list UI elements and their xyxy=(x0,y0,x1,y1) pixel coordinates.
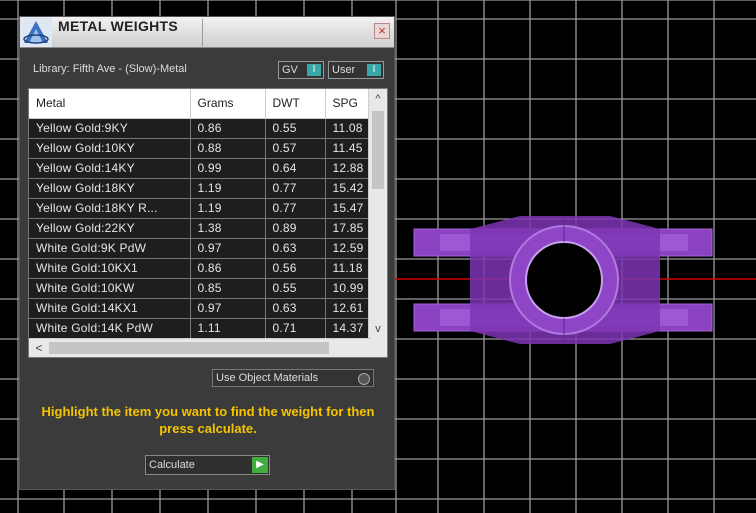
use-object-materials-toggle[interactable]: Use Object Materials xyxy=(212,369,374,387)
dwt-cell: 0.57 xyxy=(265,138,326,159)
spg-cell: 10.99 xyxy=(325,278,372,299)
table-row[interactable]: White Gold:10KX1 0.86 0.56 11.18 xyxy=(29,258,372,279)
toggle-knob-icon: I xyxy=(307,64,321,76)
metal-cell: Yellow Gold:10KY xyxy=(29,138,191,159)
scroll-down-icon[interactable]: v xyxy=(369,321,387,337)
panel-titlebar[interactable]: METAL WEIGHTS × xyxy=(20,17,394,48)
user-toggle[interactable]: User I xyxy=(328,61,384,79)
table-row[interactable]: Yellow Gold:9KY 0.86 0.55 11.08 xyxy=(29,118,372,139)
column-header-spg[interactable]: SPG xyxy=(325,89,372,119)
scroll-up-icon[interactable]: ^ xyxy=(369,91,387,107)
table-row[interactable]: White Gold:10KW 0.85 0.55 10.99 xyxy=(29,278,372,299)
metal-cell: White Gold:10KW xyxy=(29,278,191,299)
ring-object[interactable] xyxy=(413,216,713,344)
grams-cell: 0.86 xyxy=(190,118,266,139)
spg-cell: 12.61 xyxy=(325,298,372,319)
metal-cell: Yellow Gold:18KY R... xyxy=(29,198,191,219)
panel-title: METAL WEIGHTS xyxy=(58,18,179,34)
metal-cell: White Gold:14KX1 xyxy=(29,298,191,319)
app-logo-icon xyxy=(20,17,52,47)
calculate-button[interactable]: Calculate ▶ xyxy=(145,455,270,475)
scroll-corner xyxy=(369,339,387,357)
close-button[interactable]: × xyxy=(374,23,390,39)
table-row[interactable]: Yellow Gold:10KY 0.88 0.57 11.45 xyxy=(29,138,372,159)
play-arrow-icon[interactable]: ▶ xyxy=(252,457,268,473)
grams-cell: 0.97 xyxy=(190,298,266,319)
grams-cell: 0.86 xyxy=(190,258,266,279)
spg-cell: 11.18 xyxy=(325,258,372,279)
dwt-cell: 0.89 xyxy=(265,218,326,239)
dwt-cell: 0.63 xyxy=(265,238,326,259)
spg-cell: 12.59 xyxy=(325,238,372,259)
grams-cell: 1.11 xyxy=(190,318,266,339)
vertical-scroll-thumb[interactable] xyxy=(372,111,384,189)
column-header-metal[interactable]: Metal xyxy=(29,89,191,119)
column-header-dwt[interactable]: DWT xyxy=(265,89,326,119)
library-label: Library: Fifth Ave - (Slow)-Metal xyxy=(33,63,187,75)
calculate-label: Calculate xyxy=(149,459,195,471)
spg-cell: 15.42 xyxy=(325,178,372,199)
metal-weights-panel: METAL WEIGHTS × Library: Fifth Ave - (Sl… xyxy=(19,16,395,490)
grams-cell: 0.99 xyxy=(190,158,266,179)
spg-cell: 11.08 xyxy=(325,118,372,139)
grams-cell: 0.97 xyxy=(190,238,266,259)
metal-cell: Yellow Gold:14KY xyxy=(29,158,191,179)
table-row[interactable]: White Gold:14KX1 0.97 0.63 12.61 xyxy=(29,298,372,319)
horizontal-scrollbar[interactable]: < > xyxy=(29,338,381,357)
table-row[interactable]: White Gold:14K PdW 1.11 0.71 14.37 xyxy=(29,318,372,339)
dwt-cell: 0.71 xyxy=(265,318,326,339)
table-row[interactable]: Yellow Gold:18KY R... 1.19 0.77 15.47 xyxy=(29,198,372,219)
table-row[interactable]: Yellow Gold:18KY 1.19 0.77 15.42 xyxy=(29,178,372,199)
table-header-row: Metal Grams DWT SPG xyxy=(29,89,372,119)
metal-cell: Yellow Gold:22KY xyxy=(29,218,191,239)
gv-toggle-label: GV xyxy=(282,64,298,76)
dwt-cell: 0.64 xyxy=(265,158,326,179)
table-row[interactable]: Yellow Gold:14KY 0.99 0.64 12.88 xyxy=(29,158,372,179)
user-toggle-label: User xyxy=(332,64,356,76)
spg-cell: 11.45 xyxy=(325,138,372,159)
radio-icon[interactable] xyxy=(358,373,370,385)
dwt-cell: 0.55 xyxy=(265,118,326,139)
dwt-cell: 0.77 xyxy=(265,178,326,199)
title-divider xyxy=(202,19,203,46)
dwt-cell: 0.55 xyxy=(265,278,326,299)
grams-cell: 0.88 xyxy=(190,138,266,159)
metal-cell: White Gold:14K PdW xyxy=(29,318,191,339)
spg-cell: 15.47 xyxy=(325,198,372,219)
column-header-grams[interactable]: Grams xyxy=(190,89,266,119)
table-row[interactable]: Yellow Gold:22KY 1.38 0.89 17.85 xyxy=(29,218,372,239)
spg-cell: 17.85 xyxy=(325,218,372,239)
dwt-cell: 0.63 xyxy=(265,298,326,319)
use-object-materials-label: Use Object Materials xyxy=(216,372,319,384)
metal-cell: Yellow Gold:9KY xyxy=(29,118,191,139)
metal-table: Metal Grams DWT SPG Yellow Gold:9KY 0.86 0… xyxy=(28,88,388,358)
grams-cell: 0.85 xyxy=(190,278,266,299)
grams-cell: 1.19 xyxy=(190,178,266,199)
scroll-left-icon[interactable]: < xyxy=(31,339,47,357)
grams-cell: 1.38 xyxy=(190,218,266,239)
dwt-cell: 0.77 xyxy=(265,198,326,219)
vertical-scrollbar[interactable]: ^ v xyxy=(368,89,387,339)
instruction-text: Highlight the item you want to find the … xyxy=(41,404,375,436)
toggle-knob-icon: I xyxy=(367,64,381,76)
spg-cell: 12.88 xyxy=(325,158,372,179)
horizontal-scroll-thumb[interactable] xyxy=(49,342,329,354)
grams-cell: 1.19 xyxy=(190,198,266,219)
gv-toggle[interactable]: GV I xyxy=(278,61,324,79)
metal-cell: White Gold:9K PdW xyxy=(29,238,191,259)
table-row[interactable]: White Gold:9K PdW 0.97 0.63 12.59 xyxy=(29,238,372,259)
metal-cell: Yellow Gold:18KY xyxy=(29,178,191,199)
spg-cell: 14.37 xyxy=(325,318,372,339)
metal-cell: White Gold:10KX1 xyxy=(29,258,191,279)
dwt-cell: 0.56 xyxy=(265,258,326,279)
